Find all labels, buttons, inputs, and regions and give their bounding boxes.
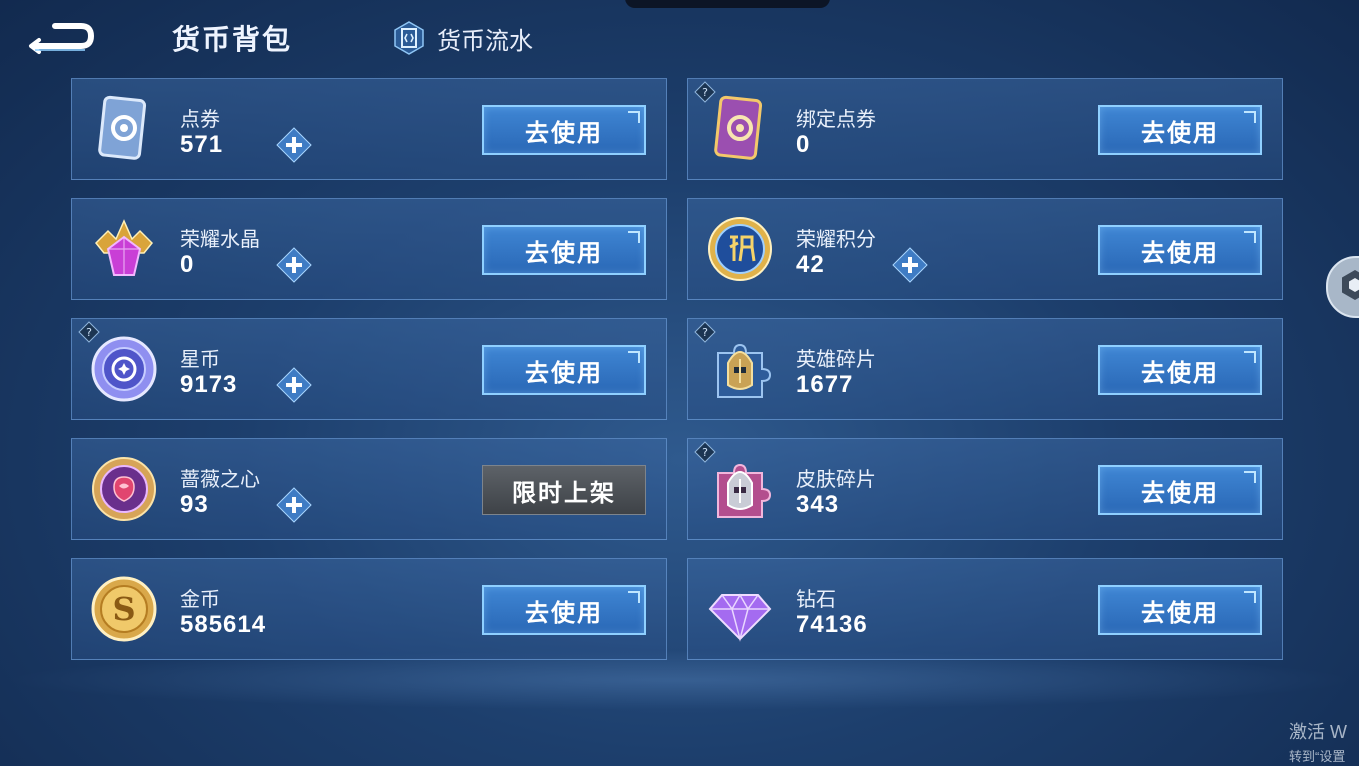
currency-card-gold-coin: S 金币 585614 去使用: [71, 558, 667, 660]
limited-time-button[interactable]: 限时上架: [482, 465, 646, 515]
watermark-line-2: 转到“设置: [1289, 749, 1346, 764]
currency-name: 星币: [180, 349, 220, 371]
add-plus-icon[interactable]: [276, 127, 312, 163]
back-button[interactable]: [25, 16, 97, 56]
add-plus-icon[interactable]: [276, 247, 312, 283]
currency-card-skin-fragment: ? 皮肤碎片 343 去使用: [687, 438, 1283, 540]
use-button[interactable]: 去使用: [1098, 225, 1262, 275]
screen-notch: [625, 0, 830, 8]
use-button[interactable]: 去使用: [482, 105, 646, 155]
use-button[interactable]: 去使用: [1098, 105, 1262, 155]
currency-amount: 0: [180, 251, 195, 278]
watermark-line-1: 激活 W: [1289, 722, 1347, 742]
currency-amount: 571: [180, 131, 224, 158]
bound-ticket-icon: [714, 95, 763, 160]
currency-amount: 1677: [796, 371, 854, 398]
use-button[interactable]: 去使用: [482, 225, 646, 275]
use-button[interactable]: 去使用: [1098, 465, 1262, 515]
currency-amount: 42: [796, 251, 825, 278]
currency-name: 荣耀积分: [796, 229, 876, 251]
currency-ledger-tab[interactable]: 货币流水: [393, 20, 533, 56]
side-menu-handle[interactable]: [1326, 256, 1359, 318]
currency-card-rose-heart: 蔷薇之心 93 限时上架: [71, 438, 667, 540]
skin-fragment-icon: [717, 463, 772, 518]
add-plus-icon[interactable]: [276, 487, 312, 523]
currency-amount: 74136: [796, 611, 868, 638]
currency-name: 金币: [180, 589, 220, 611]
currency-card-diamond: 钻石 74136 去使用: [687, 558, 1283, 660]
currency-name: 绑定点券: [796, 109, 876, 131]
rose-heart-icon: [92, 457, 156, 521]
currency-name: 蔷薇之心: [180, 469, 260, 491]
use-button[interactable]: 去使用: [1098, 585, 1262, 635]
currency-name: 荣耀水晶: [180, 229, 260, 251]
add-plus-icon[interactable]: [276, 367, 312, 403]
back-arrow-icon: [29, 23, 95, 54]
currency-name: 钻石: [796, 589, 836, 611]
currency-card-ticket: 点券 571 去使用: [71, 78, 667, 180]
currency-name: 英雄碎片: [796, 349, 876, 371]
currency-card-glory-crystal: 荣耀水晶 0 去使用: [71, 198, 667, 300]
ledger-icon: [393, 20, 425, 56]
svg-text:S: S: [112, 590, 135, 628]
currency-amount: 9173: [180, 371, 238, 398]
os-activation-watermark: 激活 W 转到“设置: [1289, 718, 1359, 765]
use-button[interactable]: 去使用: [1098, 345, 1262, 395]
hexagon-icon: [1342, 270, 1359, 300]
currency-amount: 0: [796, 131, 811, 158]
currency-amount: 93: [180, 491, 209, 518]
currency-amount: 343: [796, 491, 840, 518]
star-coin-icon: [91, 336, 157, 402]
currency-card-star-coin: ? 星币 9173 去使用: [71, 318, 667, 420]
page-title: 货币背包: [172, 24, 293, 55]
glory-points-icon: [708, 217, 772, 281]
currency-name: 皮肤碎片: [796, 469, 876, 491]
use-button[interactable]: 去使用: [482, 345, 646, 395]
gold-coin-icon: S: [91, 576, 157, 642]
currency-card-hero-fragment: ? 英雄碎片 1677 去使用: [687, 318, 1283, 420]
ledger-tab-label: 货币流水: [437, 27, 533, 55]
currency-card-bound-ticket: ? 绑定点券 0 去使用: [687, 78, 1283, 180]
use-button[interactable]: 去使用: [482, 585, 646, 635]
add-plus-icon[interactable]: [892, 247, 928, 283]
hero-fragment-icon: [717, 343, 772, 398]
currency-amount: 585614: [180, 611, 267, 638]
currency-card-glory-points: 荣耀积分 42 去使用: [687, 198, 1283, 300]
glory-crystal-icon: [94, 219, 154, 276]
ticket-icon: [98, 95, 147, 160]
diamond-icon: [708, 593, 772, 642]
currency-name: 点券: [180, 109, 220, 131]
